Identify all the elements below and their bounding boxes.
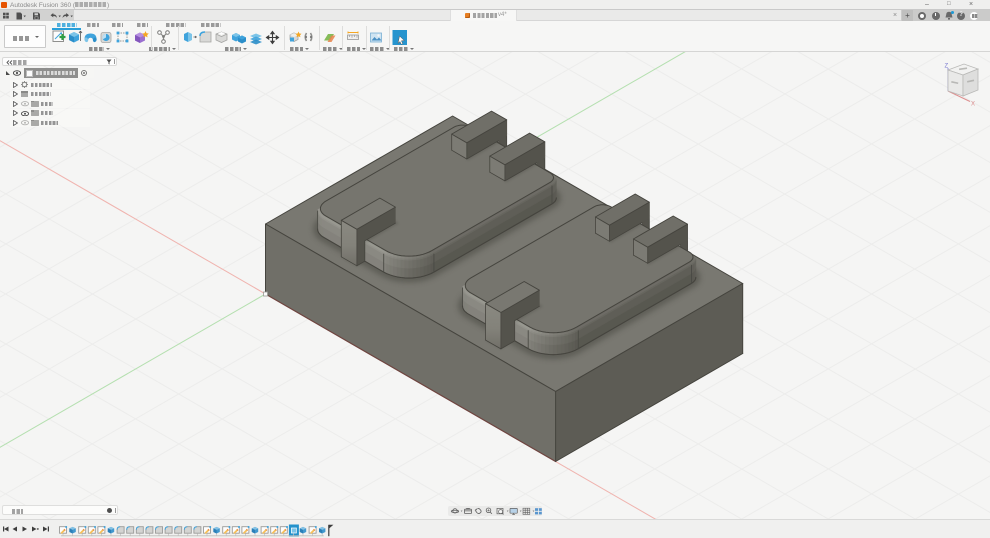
svg-text:X: X: [971, 102, 975, 107]
svg-text:Z: Z: [945, 64, 949, 70]
